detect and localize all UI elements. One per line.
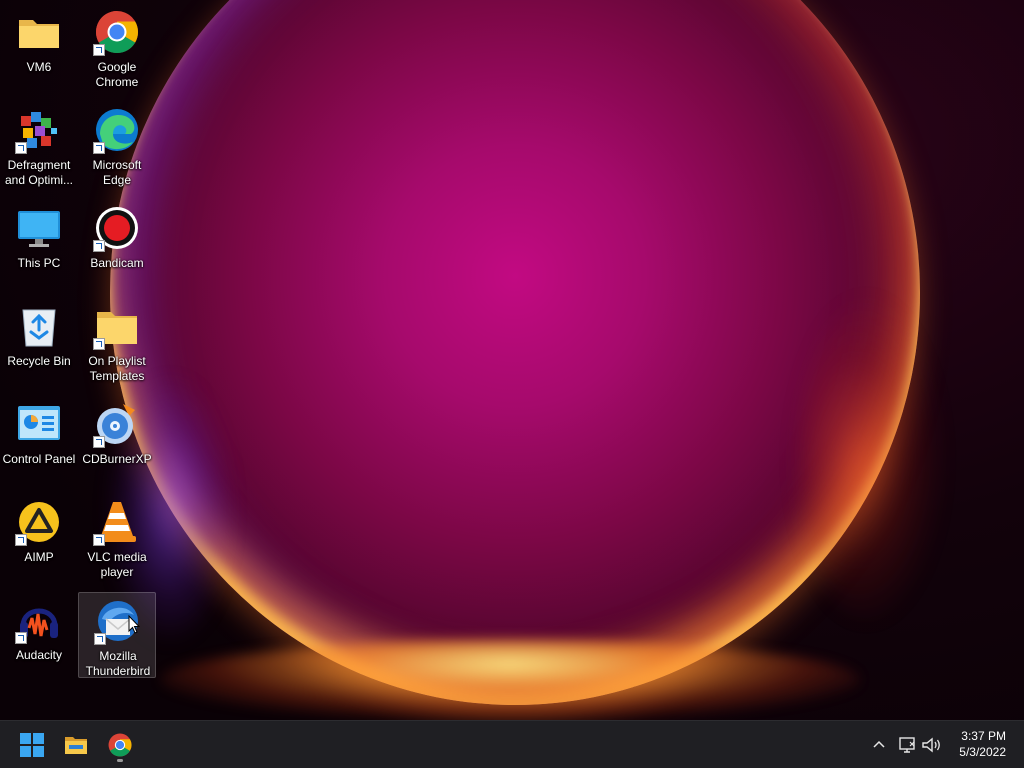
file-explorer-button[interactable]	[56, 725, 96, 765]
desktop-icon-label: Mozilla Thunderbird	[85, 649, 151, 678]
control-panel-icon	[17, 402, 61, 446]
desktop-icon-label: This PC	[17, 256, 61, 270]
cdburnerxp-icon	[93, 402, 139, 448]
desktop-icon-label: Recycle Bin	[7, 354, 71, 368]
mouse-cursor-icon	[128, 614, 141, 635]
desktop-icon-label: Microsoft Edge	[92, 158, 142, 187]
clock-date: 5/3/2022	[959, 745, 1006, 759]
desktop-icon-label: Defragment and Optimi...	[4, 158, 74, 187]
desktop-icon-control-panel[interactable]: Control Panel	[0, 396, 78, 478]
start-button[interactable]	[12, 725, 52, 765]
taskbar-clock[interactable]: 3:37 PM 5/3/2022	[942, 728, 1006, 760]
shortcut-arrow-icon	[15, 142, 27, 154]
network-icon	[899, 737, 915, 753]
desktop-icon-label: VLC media player	[87, 550, 147, 579]
volume-button[interactable]	[919, 733, 943, 757]
wallpaper-rim-glow	[160, 640, 860, 720]
folder-icon	[17, 10, 61, 54]
shortcut-arrow-icon	[15, 534, 27, 546]
desktop-icon-cdburnerxp[interactable]: CDBurnerXP	[78, 396, 156, 478]
desktop-icon-defragment[interactable]: Defragment and Optimi...	[0, 102, 78, 187]
defragment-icon	[15, 108, 61, 154]
shortcut-arrow-icon	[93, 142, 105, 154]
shortcut-arrow-icon	[93, 338, 105, 350]
chrome-icon	[93, 10, 139, 56]
desktop-icon-label: Google Chrome	[95, 60, 139, 89]
desktop-icon-this-pc[interactable]: This PC	[0, 200, 78, 282]
shortcut-arrow-icon	[93, 436, 105, 448]
desktop-icon-label: AIMP	[24, 550, 54, 564]
shortcut-arrow-icon	[93, 44, 105, 56]
chevron-up-icon	[873, 740, 885, 748]
shortcut-arrow-icon	[93, 534, 105, 546]
file-explorer-icon	[64, 733, 88, 757]
wallpaper-bloom	[110, 0, 920, 705]
show-hidden-icons-button[interactable]	[867, 733, 891, 757]
desktop-icon-aimp[interactable]: AIMP	[0, 494, 78, 576]
aimp-icon	[15, 500, 61, 546]
desktop-icon-microsoft-edge[interactable]: Microsoft Edge	[78, 102, 156, 187]
taskbar: 3:37 PM 5/3/2022	[0, 720, 1024, 768]
edge-icon	[93, 108, 139, 154]
desktop-icon-bandicam[interactable]: Bandicam	[78, 200, 156, 282]
volume-icon	[922, 737, 940, 753]
bandicam-icon	[93, 206, 139, 252]
desktop-icon-label: Control Panel	[2, 452, 76, 466]
chrome-icon	[108, 733, 132, 757]
recycle-bin-icon	[17, 304, 61, 348]
desktop-icon-label: Bandicam	[90, 256, 144, 270]
desktop-icon-recycle-bin[interactable]: Recycle Bin	[0, 298, 78, 380]
network-status-button[interactable]	[895, 733, 919, 757]
vlc-icon	[93, 500, 139, 546]
desktop-icon-label: On Playlist Templates	[88, 354, 146, 383]
desktop-icon-vm6[interactable]: VM6	[0, 4, 78, 86]
shortcut-arrow-icon	[94, 633, 106, 645]
desktop-icon-label: VM6	[26, 60, 52, 74]
this-pc-icon	[17, 206, 61, 250]
running-indicator	[117, 759, 123, 762]
windows-start-icon	[20, 733, 44, 757]
folder-icon	[93, 304, 139, 350]
desktop-icon-vlc-media-player[interactable]: VLC media player	[78, 494, 156, 579]
chrome-taskbar-button[interactable]	[100, 725, 140, 765]
desktop-icon-label: CDBurnerXP	[82, 452, 152, 466]
wallpaper-orange-glow	[800, 300, 940, 620]
shortcut-arrow-icon	[15, 632, 27, 644]
audacity-icon	[15, 598, 61, 644]
desktop-icon-label: Audacity	[15, 648, 63, 662]
clock-time: 3:37 PM	[961, 729, 1006, 743]
desktop-icon-audacity[interactable]: Audacity	[0, 592, 78, 674]
shortcut-arrow-icon	[93, 240, 105, 252]
desktop-icon-mozilla-thunderbird[interactable]: Mozilla Thunderbird	[78, 592, 156, 678]
desktop-icon-google-chrome[interactable]: Google Chrome	[78, 4, 156, 89]
desktop-icon-on-playlist-templates[interactable]: On Playlist Templates	[78, 298, 156, 383]
